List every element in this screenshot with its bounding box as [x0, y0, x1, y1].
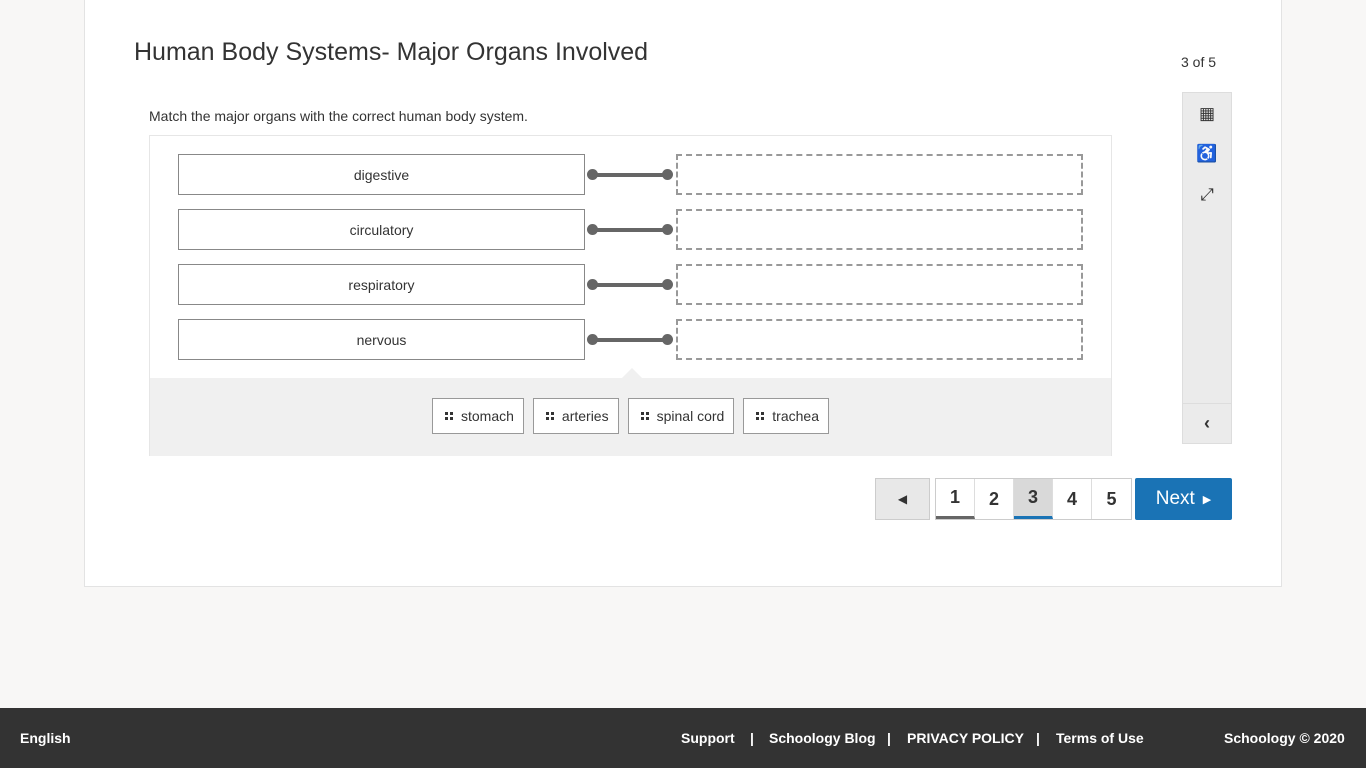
stem-label: digestive	[178, 154, 585, 195]
tool-sidebar: ▦ ♿ ⤢ ‹	[1182, 92, 1232, 444]
fullscreen-icon[interactable]: ⤢	[1183, 180, 1231, 210]
stem-label: nervous	[178, 319, 585, 360]
choice-chip[interactable]: trachea	[743, 398, 829, 434]
choice-chip[interactable]: stomach	[431, 398, 524, 434]
language-selector[interactable]: English	[20, 730, 71, 746]
drag-handle-icon	[545, 412, 554, 420]
previous-button[interactable]: ◀	[875, 478, 930, 520]
drag-handle-icon	[444, 412, 453, 420]
match-row: respiratory	[178, 264, 1084, 305]
footer-link-terms[interactable]: Terms of Use	[1056, 730, 1144, 746]
choice-label: trachea	[772, 408, 819, 424]
match-row: nervous	[178, 319, 1084, 360]
matching-area: digestive circulatory respiratory nervou…	[149, 135, 1112, 456]
footer-link-blog[interactable]: Schoology Blog	[769, 730, 876, 746]
separator: |	[1036, 730, 1040, 746]
choice-label: stomach	[460, 408, 514, 424]
question-counter: 3 of 5	[1181, 54, 1217, 70]
page-1-button[interactable]: 1	[936, 479, 975, 519]
next-button[interactable]: Next ▶	[1135, 478, 1232, 520]
drag-handle-icon	[640, 412, 649, 420]
accessibility-icon[interactable]: ♿	[1183, 139, 1231, 169]
choice-chip[interactable]: arteries	[532, 398, 619, 434]
match-row: circulatory	[178, 209, 1084, 250]
page-4-button[interactable]: 4	[1053, 479, 1092, 519]
page-3-button[interactable]: 3	[1014, 479, 1053, 519]
connector	[587, 334, 673, 345]
drag-handle-icon	[756, 412, 765, 420]
stem-label: respiratory	[178, 264, 585, 305]
page-title: Human Body Systems- Major Organs Involve…	[134, 38, 649, 66]
choice-chip[interactable]: spinal cord	[627, 398, 735, 434]
choice-bank: stomach arteries spinal cord trachea	[150, 368, 1111, 456]
drop-zone[interactable]	[676, 209, 1083, 250]
drop-zone[interactable]	[676, 264, 1083, 305]
connector	[587, 224, 673, 235]
page-navigation: 1 2 3 4 5	[935, 478, 1132, 520]
separator: |	[887, 730, 891, 746]
footer-link-support[interactable]: Support	[681, 730, 735, 746]
connector	[587, 169, 673, 180]
page-5-button[interactable]: 5	[1092, 479, 1131, 519]
drop-zone[interactable]	[676, 154, 1083, 195]
footer: English Support | Schoology Blog | PRIVA…	[0, 708, 1366, 768]
question-prompt: Match the major organs with the correct …	[149, 108, 528, 124]
stem-label: circulatory	[178, 209, 585, 250]
copyright: Schoology © 2020	[1224, 730, 1345, 746]
separator: |	[750, 730, 754, 746]
collapse-sidebar-button[interactable]: ‹	[1183, 403, 1231, 443]
play-icon: ▶	[1202, 493, 1212, 506]
choice-label: spinal cord	[656, 408, 725, 424]
page-2-button[interactable]: 2	[975, 479, 1014, 519]
choice-label: arteries	[561, 408, 609, 424]
connector	[587, 279, 673, 290]
footer-link-privacy[interactable]: PRIVACY POLICY	[907, 730, 1024, 746]
match-row: digestive	[178, 154, 1084, 195]
drop-zone[interactable]	[676, 319, 1083, 360]
next-label: Next	[1155, 488, 1195, 509]
calendar-icon[interactable]: ▦	[1183, 99, 1231, 129]
